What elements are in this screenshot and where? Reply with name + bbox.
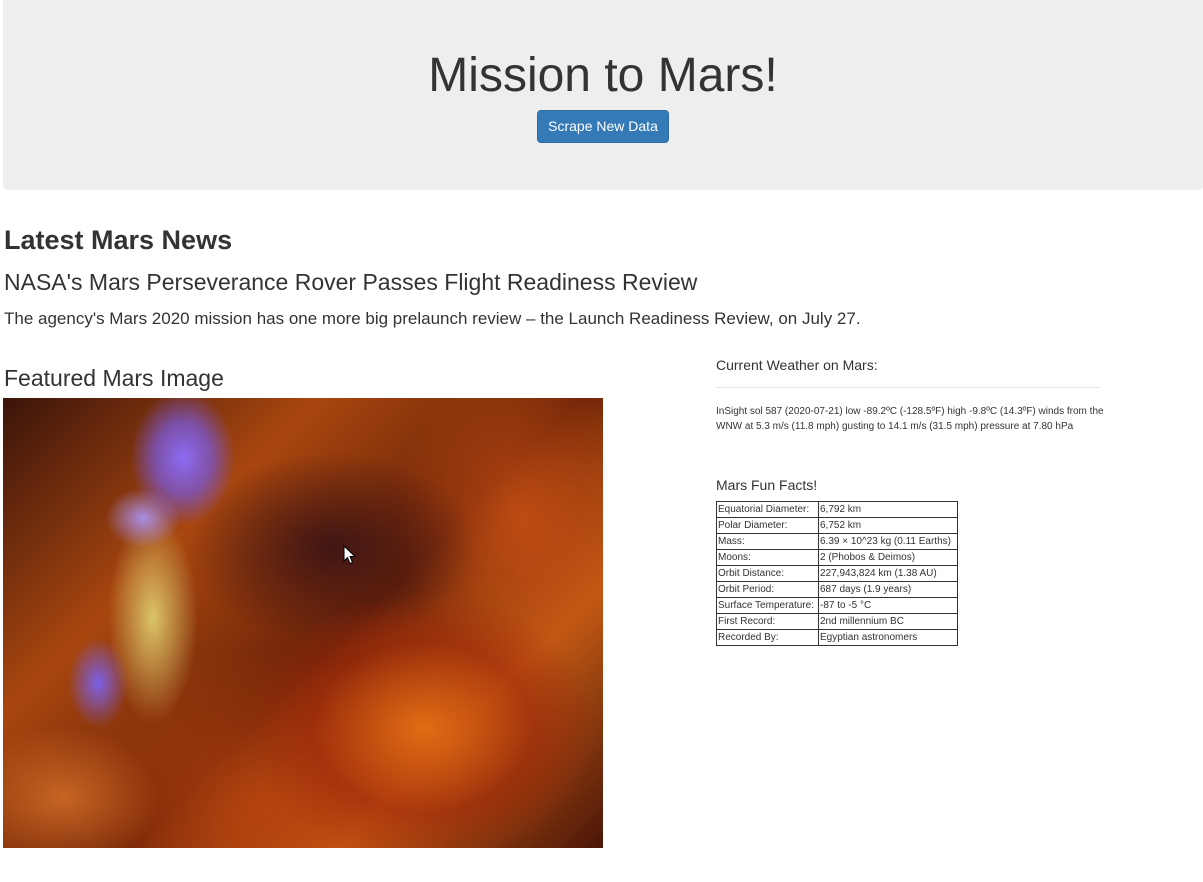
fact-value: 2 (Phobos & Deimos) [818, 549, 958, 566]
fact-value: 227,943,824 km (1.38 AU) [818, 565, 958, 582]
table-row: First Record: 2nd millennium BC [716, 613, 958, 630]
fact-value: Egyptian astronomers [818, 629, 958, 646]
fact-key: Equatorial Diameter: [716, 501, 819, 518]
facts-table: Equatorial Diameter: 6,792 km Polar Diame… [716, 501, 958, 646]
news-teaser: The agency's Mars 2020 mission has one m… [4, 309, 861, 328]
fact-key: Orbit Period: [716, 581, 819, 598]
table-row: Orbit Distance: 227,943,824 km (1.38 AU) [716, 565, 958, 582]
weather-text: InSight sol 587 (2020-07-21) low -89.2ºC… [716, 406, 1104, 432]
table-row: Mass: 6.39 × 10^23 kg (0.11 Earths) [716, 533, 958, 550]
featured-mars-image [3, 398, 603, 848]
table-row: Surface Temperature: -87 to -5 °C [716, 597, 958, 614]
mouse-cursor-icon [343, 545, 357, 565]
weather-label: Current Weather on Mars: [716, 357, 878, 373]
table-row: Recorded By: Egyptian astronomers [716, 629, 958, 646]
fact-key: Surface Temperature: [716, 597, 819, 614]
fact-key: Mass: [716, 533, 819, 550]
news-title: NASA's Mars Perseverance Rover Passes Fl… [4, 269, 698, 295]
facts-label: Mars Fun Facts! [716, 477, 818, 493]
jumbotron-header: Mission to Mars! Scrape New Data [3, 0, 1203, 190]
fact-value: 6,792 km [818, 501, 958, 518]
fact-key: Polar Diameter: [716, 517, 819, 534]
fact-value: 6.39 × 10^23 kg (0.11 Earths) [818, 533, 958, 550]
fact-key: Recorded By: [716, 629, 819, 646]
weather-divider [716, 387, 1100, 388]
table-row: Orbit Period: 687 days (1.9 years) [716, 581, 958, 598]
page-title: Mission to Mars! [428, 49, 778, 102]
table-row: Equatorial Diameter: 6,792 km [716, 501, 958, 518]
fact-value: 6,752 km [818, 517, 958, 534]
fact-value: -87 to -5 °C [818, 597, 958, 614]
fact-key: First Record: [716, 613, 819, 630]
fact-key: Orbit Distance: [716, 565, 819, 582]
fact-value: 687 days (1.9 years) [818, 581, 958, 598]
table-row: Moons: 2 (Phobos & Deimos) [716, 549, 958, 566]
table-row: Polar Diameter: 6,752 km [716, 517, 958, 534]
fact-value: 2nd millennium BC [818, 613, 958, 630]
latest-news-heading: Latest Mars News [4, 225, 233, 255]
scrape-new-data-button[interactable]: Scrape New Data [537, 110, 669, 143]
featured-image-heading: Featured Mars Image [4, 365, 224, 391]
fact-key: Moons: [716, 549, 819, 566]
